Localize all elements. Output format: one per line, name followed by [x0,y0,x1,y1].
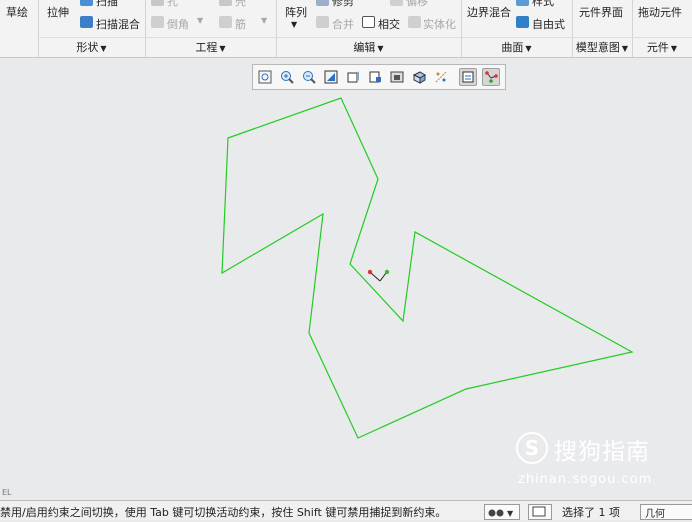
chevron-down-icon[interactable]: ▼ [261,16,267,25]
engineering-group-title[interactable]: 工程 ▼ [145,39,276,55]
view-manager-icon [390,71,404,83]
sweep-icon [80,0,93,6]
group-divider [461,37,572,38]
ribbon: 草绘 拉伸 扫描 扫描混合 形状 ▼ 孔 倒角 ▼ 壳 筋 ▼ 工程 ▼ 阵列 ▼ … [0,0,692,58]
shape-group: 拉伸 扫描 扫描混合 形状 ▼ [38,0,146,57]
sketcher-display-icon [462,71,474,83]
solidify-button[interactable]: 实体化 [423,16,456,32]
surfaces-group-title[interactable]: 曲面 ▼ [461,39,572,55]
round-button[interactable]: 倒角 [167,16,189,32]
filter-value: 几何 [645,509,665,520]
chevron-down-icon[interactable]: ▼ [197,16,203,25]
extrude-button[interactable]: 拉伸 [47,4,69,20]
pattern-button[interactable]: 阵列 [285,4,307,20]
watermark-url: zhinan.sogou.com [518,472,653,487]
components-group: 拖动元件 元件 ▼ [632,0,692,57]
surfaces-group: 边界混合 样式 自由式 曲面 ▼ [461,0,573,57]
model-intent-group: 元件界面 模型意图 ▼ [572,0,633,57]
zoom-in-button[interactable] [278,68,296,86]
watermark-text: 搜狗指南 [554,439,650,465]
components-group-title[interactable]: 元件 ▼ [632,39,692,55]
shell-button[interactable]: 壳 [235,0,246,9]
group-divider [276,37,461,38]
saved-orientations-button[interactable] [366,68,384,86]
hole-button[interactable]: 孔 [167,0,178,9]
merge-button[interactable]: 合并 [332,16,354,32]
round-icon [151,16,164,28]
zoom-in-icon [281,71,294,84]
trim-icon [316,0,329,6]
rib-button[interactable]: 筋 [235,16,246,32]
component-interface-button[interactable]: 元件界面 [579,4,623,20]
trim-button[interactable]: 修剪 [332,0,354,9]
svg-text:▼: ▼ [507,509,514,518]
coordinate-system-icon [367,269,390,282]
smart-filter-button[interactable]: ▼ [484,504,520,520]
zoom-fit-icon [258,70,272,84]
perspective-view-button[interactable] [410,68,428,86]
filter-select[interactable]: 几何 [640,504,692,520]
hole-icon [151,0,164,6]
selection-icon [532,506,546,517]
intersect-button[interactable]: 相交 [378,16,400,32]
repaint-icon [324,70,338,84]
editing-group: 阵列 ▼ 修剪 合并 相交 偏移 实体化 编辑 ▼ [276,0,462,57]
style-button[interactable]: 样式 [532,0,554,9]
datum-display-button[interactable] [432,68,450,86]
sketcher-display-button[interactable] [459,68,477,86]
selection-buffer-button[interactable] [528,504,552,520]
zoom-out-icon [303,71,316,84]
repaint-button[interactable] [322,68,340,86]
group-divider [38,37,145,38]
sketch-view-button[interactable] [482,68,500,86]
intersect-icon [362,16,375,28]
offset-icon [390,0,403,6]
zoom-out-button[interactable] [300,68,318,86]
status-message: 禁用/启用约束之间切换，使用 Tab 键可切换活动约束，按住 Shift 键可禁… [0,506,447,519]
group-divider [145,37,276,38]
solidify-icon [408,16,421,28]
freestyle-icon [516,16,529,28]
swept-blend-icon [80,16,93,28]
sketch-button[interactable]: 草绘 [6,4,28,20]
shell-icon [219,0,232,6]
editing-group-title[interactable]: 编辑 ▼ [276,39,461,55]
freestyle-button[interactable]: 自由式 [532,16,565,32]
rib-icon [219,16,232,28]
merge-icon [316,16,329,28]
constraint-display-icon [485,71,498,83]
group-divider [572,37,632,38]
shape-group-title[interactable]: 形状 ▼ [38,39,145,55]
refit-button[interactable] [256,68,274,86]
sweep-button[interactable]: 扫描 [96,0,118,9]
offset-button[interactable]: 偏移 [406,0,428,9]
sogou-logo-icon: S [516,432,548,464]
binoculars-icon: ▼ [488,509,514,518]
drag-components-button[interactable]: 拖动元件 [638,4,682,20]
engineering-group: 孔 倒角 ▼ 壳 筋 ▼ 工程 ▼ [145,0,277,57]
view-orientation-icon [369,71,381,83]
style-icon [516,0,529,6]
watermark: S 搜狗指南 zhinan.sogou.com [516,430,692,500]
view-manager-button[interactable] [388,68,406,86]
chevron-down-icon[interactable]: ▼ [291,20,297,29]
perspective-cube-icon [412,71,426,84]
sketch-polyline[interactable] [221,97,634,439]
canvas-corner-label: EL [2,488,12,497]
sketch-group: 草绘 [0,0,39,57]
swept-blend-button[interactable]: 扫描混合 [96,16,140,32]
model-intent-group-title[interactable]: 模型意图 ▼ [572,39,632,55]
graphics-toolbar [252,64,506,90]
selection-count: 选择了 1 项 [562,506,620,519]
status-bar: 禁用/启用约束之间切换，使用 Tab 键可切换活动约束，按住 Shift 键可禁… [0,500,692,520]
group-divider [632,37,692,38]
shaded-cube-icon [347,71,359,83]
boundary-blend-button[interactable]: 边界混合 [467,4,511,20]
display-style-button[interactable] [344,68,362,86]
datum-display-icon [435,71,447,83]
